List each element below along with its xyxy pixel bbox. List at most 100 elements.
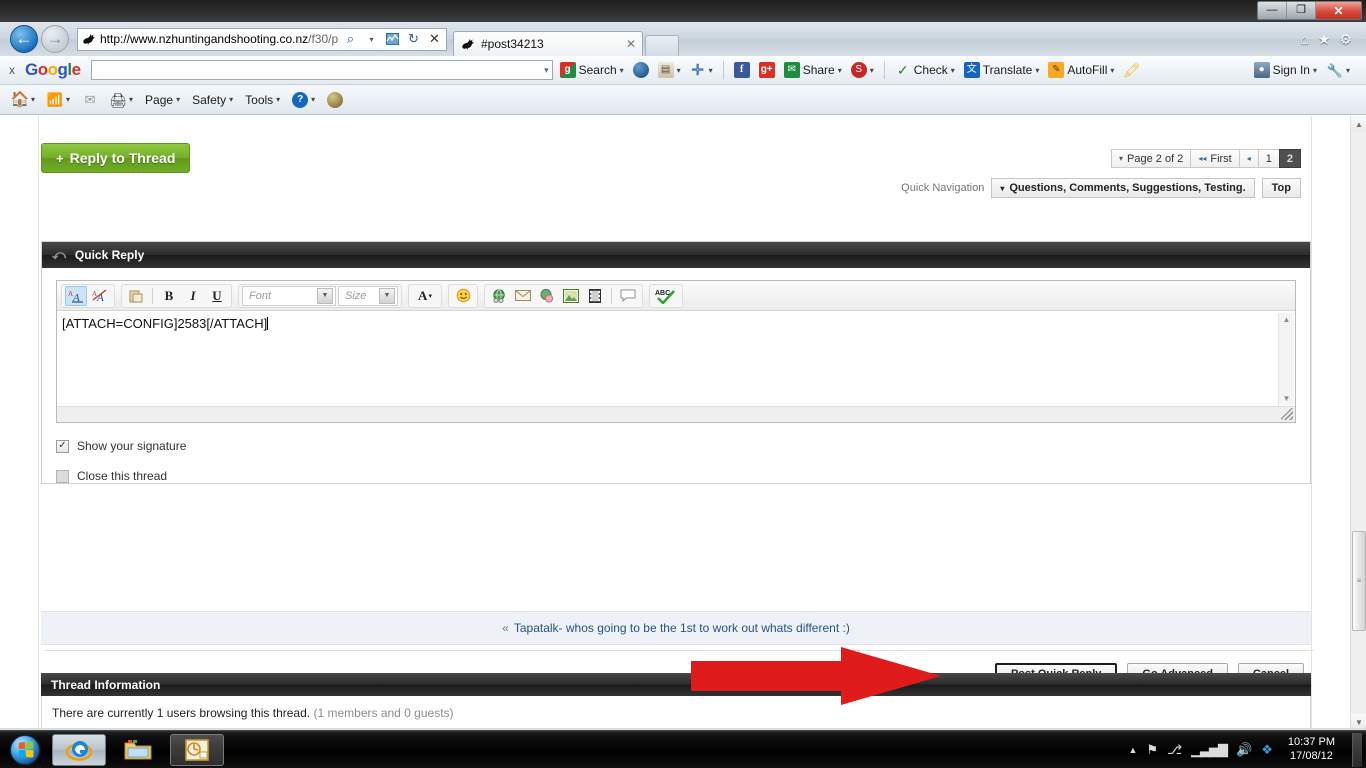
search-icon[interactable]: ⌕	[342, 30, 359, 49]
translate-button[interactable]: 文 Translate ▾	[962, 62, 1042, 78]
sign-in-button[interactable]: ● Sign In ▾	[1252, 62, 1319, 78]
chevron-down-icon[interactable]: ▾	[31, 95, 35, 104]
chevron-down-icon[interactable]: ▾	[544, 65, 549, 76]
autofill-button[interactable]: ✎ AutoFill ▾	[1046, 62, 1116, 78]
chevron-down-icon[interactable]: ▾	[66, 95, 70, 104]
chevron-down-icon[interactable]: ▾	[951, 66, 955, 75]
taskbar-powerpoint[interactable]	[170, 733, 224, 766]
chevron-down-icon[interactable]: ▾	[363, 30, 380, 49]
font-size-select[interactable]: Size ▼	[338, 285, 398, 306]
chevron-down-icon[interactable]: ▾	[1346, 66, 1350, 75]
new-tab-button[interactable]	[645, 35, 679, 56]
show-signature-checkbox[interactable]: ✓	[56, 439, 69, 453]
scrollbar-thumb[interactable]: ≡	[1352, 531, 1366, 631]
home-button[interactable]: 🏠 ▾	[8, 91, 39, 109]
network-plug-icon[interactable]: ⎇	[1167, 742, 1182, 758]
spellcheck-button[interactable]: ABC	[653, 286, 679, 306]
back-to-top-button[interactable]: Top	[1261, 178, 1301, 198]
signal-bars-icon[interactable]: ▁▃▅▇	[1191, 742, 1228, 758]
chevron-down-icon[interactable]: ▾	[129, 95, 133, 104]
back-button[interactable]: ←	[10, 25, 38, 53]
action-center-flag-icon[interactable]: ⚑	[1146, 742, 1158, 758]
show-desktop-button[interactable]	[1352, 732, 1362, 767]
google-search-input[interactable]: ▾	[90, 60, 553, 80]
forward-button[interactable]: →	[41, 25, 69, 53]
stumbleupon-button[interactable]: S ▾	[849, 62, 876, 78]
stop-icon[interactable]: ✕	[426, 30, 443, 49]
google-plus-button[interactable]: g+	[757, 62, 777, 78]
prev-page-button[interactable]: ◂	[1238, 149, 1259, 168]
feeds-button[interactable]: 📶 ▾	[43, 91, 74, 109]
address-bar[interactable]: http://www.nzhuntingandshooting.co.nz/f3…	[77, 27, 447, 51]
google-news-button[interactable]: ▤ ▾	[656, 62, 683, 78]
bold-button[interactable]: B	[158, 286, 180, 306]
toolbar-settings-button[interactable]: 🔧 ▾	[1325, 62, 1352, 78]
chevron-down-icon[interactable]: ▾	[838, 66, 842, 75]
google-globe-button[interactable]	[631, 62, 651, 78]
minimize-button[interactable]: —	[1258, 2, 1287, 19]
scroll-up-icon[interactable]: ▲	[1283, 315, 1291, 324]
chevron-down-icon[interactable]: ▾	[709, 66, 713, 75]
home-icon[interactable]: ⌂	[1300, 31, 1308, 47]
page-scrollbar[interactable]: ▲ ≡ ▼	[1350, 116, 1366, 730]
close-button[interactable]: ✕	[1316, 2, 1361, 19]
scroll-up-icon[interactable]: ▲	[1351, 116, 1366, 132]
chevron-down-icon[interactable]: ▾	[311, 95, 315, 104]
quick-navigation-select[interactable]: ▾ Questions, Comments, Suggestions, Test…	[991, 178, 1255, 198]
chevron-down-icon[interactable]: ▾	[620, 66, 624, 75]
google-add-button[interactable]: ✛ ▾	[688, 62, 715, 78]
chevron-down-icon[interactable]: ▼	[379, 287, 395, 304]
refresh-icon[interactable]: ↻	[405, 30, 422, 49]
show-hidden-icons-button[interactable]: ▲	[1129, 745, 1138, 755]
tools-menu[interactable]: Tools ▾	[241, 92, 284, 108]
wrap-quote-button[interactable]	[617, 286, 639, 306]
taskbar-windows-explorer[interactable]	[111, 734, 165, 766]
share-button[interactable]: ✉ Share ▾	[782, 62, 844, 78]
smilie-button[interactable]	[452, 286, 474, 306]
resize-grip-icon[interactable]	[1281, 408, 1293, 420]
scroll-down-icon[interactable]: ▼	[1283, 394, 1291, 403]
chevron-down-icon[interactable]: ▾	[229, 95, 233, 104]
taskbar-internet-explorer[interactable]	[52, 733, 106, 766]
page-1-button[interactable]: 1	[1257, 149, 1280, 168]
chevron-down-icon[interactable]: ▾	[677, 66, 681, 75]
font-family-select[interactable]: Font ▼	[242, 285, 336, 306]
source-mode-button[interactable]: A A	[89, 286, 111, 306]
compatibility-view-icon[interactable]	[384, 30, 401, 49]
insert-link-button[interactable]	[488, 286, 510, 306]
close-thread-checkbox[interactable]	[56, 469, 69, 483]
insert-image-button[interactable]	[560, 286, 582, 306]
previous-thread-link[interactable]: Tapatalk- whos going to be the 1st to wo…	[514, 621, 850, 635]
italic-button[interactable]: I	[182, 286, 204, 306]
spellcheck-button[interactable]: ✓ Check ▾	[893, 62, 957, 78]
insert-video-button[interactable]	[584, 286, 606, 306]
highlighter-button[interactable]: 🖍	[1121, 62, 1141, 78]
page-2-button[interactable]: 2	[1278, 149, 1301, 168]
reply-to-thread-button[interactable]: + Reply to Thread	[41, 143, 191, 173]
close-thread-row[interactable]: Close this thread	[56, 469, 1296, 483]
restore-button[interactable]: ❐	[1287, 2, 1316, 19]
dropbox-icon[interactable]: ❖	[1261, 742, 1273, 758]
message-textarea[interactable]: [ATTACH=CONFIG]2583[/ATTACH] ▲ ▼	[57, 311, 1295, 406]
chevron-down-icon[interactable]: ▾	[1110, 66, 1114, 75]
insert-email-button[interactable]	[512, 286, 534, 306]
facebook-share-button[interactable]: f	[732, 62, 752, 78]
remove-link-button[interactable]	[536, 286, 558, 306]
chevron-down-icon[interactable]: ▾	[1035, 66, 1039, 75]
first-page-button[interactable]: ◂◂ First	[1190, 149, 1240, 168]
chevron-down-icon[interactable]: ▾	[1313, 66, 1317, 75]
page-indicator[interactable]: ▾ Page 2 of 2	[1111, 149, 1192, 168]
show-signature-row[interactable]: ✓ Show your signature	[56, 439, 1296, 453]
read-mail-button[interactable]: ✉	[78, 91, 102, 109]
chevron-down-icon[interactable]: ▾	[870, 66, 874, 75]
chevron-down-icon[interactable]: ▼	[317, 287, 333, 304]
help-button[interactable]: ? ▾	[288, 91, 319, 109]
textarea-scrollbar[interactable]: ▲ ▼	[1278, 313, 1294, 405]
start-button[interactable]	[3, 732, 47, 768]
google-toolbar-close-icon[interactable]: x	[6, 63, 20, 77]
underline-button[interactable]: U	[206, 286, 228, 306]
tools-gear-icon[interactable]: ⚙	[1339, 31, 1352, 48]
tab-close-icon[interactable]: ✕	[626, 37, 636, 51]
volume-icon[interactable]: 🔊	[1236, 742, 1252, 758]
google-search-button[interactable]: g Search ▾	[558, 62, 626, 78]
